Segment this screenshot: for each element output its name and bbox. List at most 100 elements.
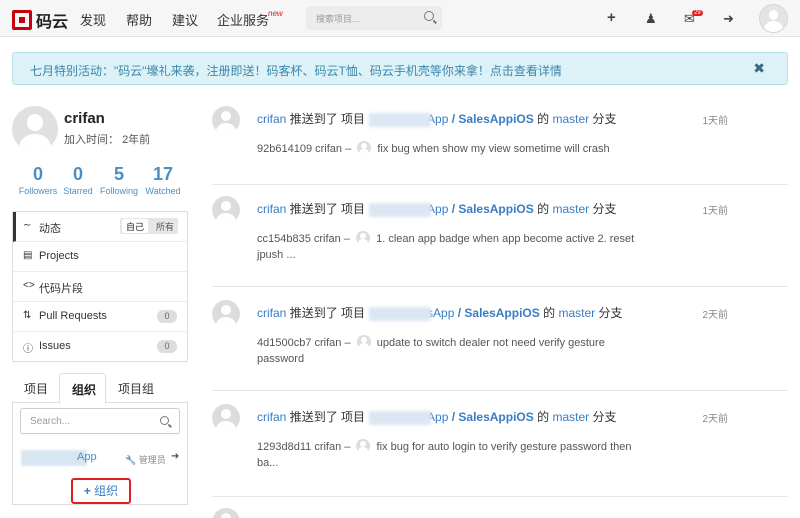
commit-hash[interactable]: 1293d8d11 — [257, 441, 311, 453]
join-value: 2年前 — [122, 134, 151, 146]
feed-repo-name[interactable]: SalesAppiOS — [464, 306, 539, 320]
tab-organizations[interactable]: 组织 — [59, 373, 106, 404]
nav-enterprise[interactable]: 企业服务 — [217, 10, 269, 29]
commit-hash[interactable]: 92b614109 — [257, 143, 312, 155]
stat-label: Watched — [145, 186, 181, 196]
scope-all[interactable]: 所有 — [156, 220, 174, 233]
feed-repo-name[interactable]: SalesAppiOS — [458, 112, 533, 126]
commit-hash[interactable]: 4d1500cb7 — [257, 337, 311, 349]
profile-avatar[interactable] — [12, 106, 58, 152]
feed-branch-link[interactable]: master — [558, 306, 595, 320]
user-icon[interactable]: ♟ — [645, 11, 657, 27]
profile-username: crifan — [64, 110, 105, 127]
redacted-repo — [369, 112, 432, 127]
committer: crifan — [314, 337, 342, 349]
org-role: 🔧 管理员 — [125, 453, 166, 466]
activity-scope-toggle[interactable]: 自己 所有 — [120, 218, 178, 234]
user-avatar[interactable] — [759, 4, 788, 33]
feed-divider — [212, 184, 788, 185]
plus-icon: + — [83, 484, 91, 498]
feed-action: 推送到了 项目 — [289, 306, 366, 320]
feed-branch-link[interactable]: master — [552, 410, 589, 424]
org-search-box[interactable]: Search... — [20, 408, 180, 434]
org-role-label: 管理员 — [138, 455, 166, 465]
file-icon: ▤ — [23, 250, 33, 261]
org-link[interactable]: App — [77, 451, 97, 463]
feed-time: 1天前 — [702, 116, 728, 127]
feed-of: 的 — [537, 202, 550, 216]
count-badge: 0 — [157, 310, 177, 323]
feed-user-link[interactable]: crifan — [257, 202, 286, 216]
add-organization-button[interactable]: + 组织 — [71, 478, 131, 504]
exit-org-icon[interactable]: ➜ — [171, 451, 179, 462]
nav-help[interactable]: 帮助 — [126, 10, 152, 29]
org-search-input[interactable]: Search... — [30, 416, 70, 427]
feed-branch-word: 分支 — [592, 202, 617, 216]
sidebar-item-snippets[interactable]: <> 代码片段 — [13, 272, 187, 302]
feed-repo-link[interactable]: sApp — [427, 306, 454, 320]
top-navbar: 码云 发现 帮助 建议 企业服务 new 搜索项目... + ♟ ✉ 29 ➜ — [0, 0, 800, 37]
feed-avatar[interactable] — [212, 300, 240, 328]
feed-avatar[interactable] — [212, 106, 240, 134]
feed-branch-link[interactable]: master — [552, 112, 589, 126]
feed-action: 推送到了 项目 — [289, 112, 366, 126]
feed-avatar[interactable] — [212, 508, 240, 518]
commit-line: 4d1500cb7 crifan – update to switch deal… — [257, 335, 637, 367]
feed-separator: / — [448, 410, 459, 424]
feed-separator: / — [454, 306, 465, 320]
search-icon[interactable] — [424, 11, 434, 21]
feed-action: 推送到了 项目 — [289, 410, 366, 424]
tab-projects[interactable]: 项目 — [24, 380, 48, 397]
feed-of: 的 — [543, 306, 556, 320]
feed-separator: / — [448, 202, 459, 216]
committer-avatar — [356, 231, 371, 245]
logout-icon[interactable]: ➜ — [723, 11, 734, 27]
feed-user-link[interactable]: crifan — [257, 410, 286, 424]
logo-text: 码云 — [36, 14, 69, 31]
feed-avatar[interactable] — [212, 404, 240, 432]
feed-branch-link[interactable]: master — [552, 202, 589, 216]
feed-of: 的 — [537, 112, 550, 126]
organization-panel: Search... App 🔧 管理员 ➜ + 组织 — [12, 403, 188, 505]
feed-of: 的 — [537, 410, 550, 424]
logo[interactable]: 码云 — [12, 8, 68, 32]
stat-watched[interactable]: 17 Watched — [133, 164, 193, 196]
commit-line: 1293d8d11 crifan – fix bug for auto logi… — [257, 439, 637, 471]
feed-repo-name[interactable]: SalesAppiOS — [458, 410, 533, 424]
tab-project-groups[interactable]: 项目组 — [118, 380, 154, 397]
sidebar-item-label: Pull Requests — [39, 310, 107, 322]
sidebar-item-issues[interactable]: ⓘ Issues 0 — [13, 332, 187, 362]
feed-headline: crifan 推送到了 项目 App / SalesAppiOS 的 master… — [257, 110, 617, 127]
feed-user-link[interactable]: crifan — [257, 306, 286, 320]
search-input[interactable]: 搜索项目... — [316, 12, 360, 25]
feed-repo-name[interactable]: SalesAppiOS — [458, 202, 533, 216]
stat-number: 17 — [152, 164, 174, 184]
feed-user-link[interactable]: crifan — [257, 112, 286, 126]
nav-discover[interactable]: 发现 — [80, 10, 106, 29]
sidebar-item-activity[interactable]: ∼ 动态 自己 所有 — [13, 212, 187, 242]
commit-dash: – — [343, 233, 350, 245]
search-icon[interactable] — [160, 416, 169, 425]
wrench-icon: 🔧 — [125, 455, 137, 465]
issue-icon: ⓘ — [23, 344, 33, 355]
join-label: 加入时间： — [64, 134, 119, 146]
committer: crifan — [314, 441, 342, 453]
feed-time: 1天前 — [702, 206, 728, 217]
close-icon[interactable]: ✖ — [753, 60, 765, 77]
announcement-text: 七月特别活动："码云"壕礼来袭，注册即送！码客杯、码云T恤、码云手机壳等你来拿！… — [30, 62, 562, 79]
feed-time: 2天前 — [702, 414, 728, 425]
commit-dash: – — [345, 143, 352, 155]
search-box[interactable]: 搜索项目... — [306, 6, 442, 30]
nav-suggest[interactable]: 建议 — [172, 10, 198, 29]
code-icon: <> — [23, 280, 35, 291]
redacted-repo — [369, 306, 432, 321]
scope-self[interactable]: 自己 — [122, 219, 148, 233]
commit-hash[interactable]: cc154b835 — [257, 233, 311, 245]
mail-count-badge: 29 — [692, 10, 703, 16]
sidebar-item-projects[interactable]: ▤ Projects — [13, 242, 187, 272]
add-org-label: 组织 — [94, 484, 119, 498]
announcement-link[interactable]: 点击查看详情 — [490, 64, 562, 78]
plus-icon[interactable]: + — [607, 9, 616, 26]
sidebar-item-pull-requests[interactable]: ⇅ Pull Requests 0 — [13, 302, 187, 332]
feed-avatar[interactable] — [212, 196, 240, 224]
